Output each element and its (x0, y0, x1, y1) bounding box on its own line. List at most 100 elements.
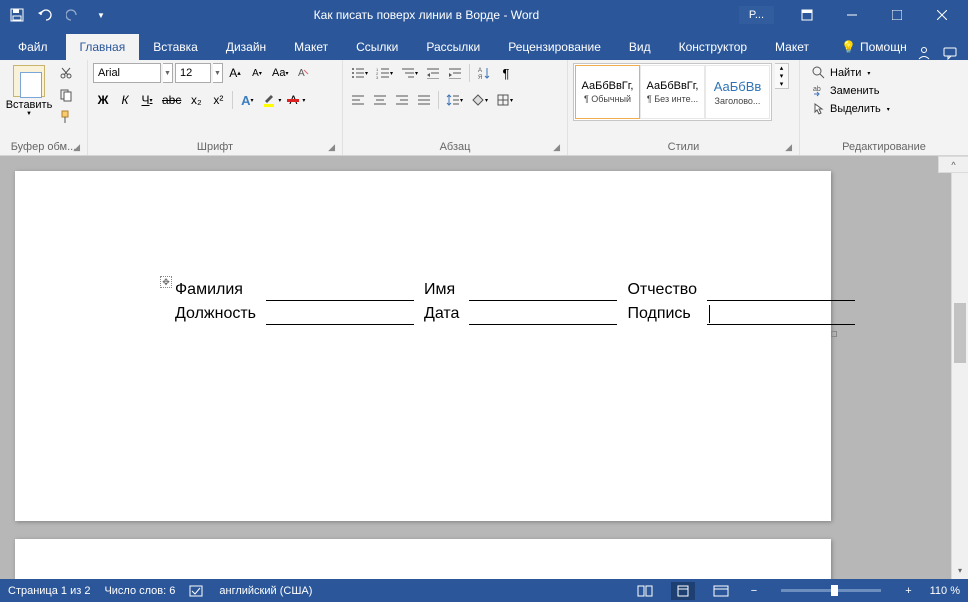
zoom-in-button[interactable]: + (901, 585, 915, 597)
shrink-font-button[interactable]: A▾ (247, 63, 267, 83)
superscript-button[interactable]: x² (208, 90, 228, 110)
print-layout-button[interactable] (671, 582, 695, 600)
style-normal[interactable]: АаБбВвГг, ¶ Обычный (575, 65, 640, 119)
scroll-down-button[interactable]: ▾ (952, 562, 968, 579)
launcher-icon[interactable]: ◢ (785, 142, 792, 153)
maximize-button[interactable] (874, 0, 919, 30)
font-name-dropdown[interactable]: ▼ (163, 63, 173, 83)
undo-button[interactable] (32, 2, 58, 28)
multilevel-button[interactable]: ▾ (398, 63, 421, 83)
save-button[interactable] (4, 2, 30, 28)
style-heading1[interactable]: АаБбВв Заголово... (705, 65, 770, 119)
page-2[interactable] (15, 539, 831, 579)
bold-button[interactable]: Ж (93, 90, 113, 110)
tab-insert[interactable]: Вставка (139, 34, 212, 60)
numbering-button[interactable]: 123▾ (373, 63, 396, 83)
scroll-track[interactable] (952, 173, 968, 562)
show-marks-button[interactable]: ¶ (496, 63, 516, 83)
table-resize-handle[interactable] (831, 331, 837, 337)
clear-formatting-button[interactable]: A (293, 63, 313, 83)
share-icon[interactable] (917, 46, 931, 60)
replace-button[interactable]: abЗаменить (809, 83, 893, 99)
launcher-icon[interactable]: ◢ (73, 142, 80, 153)
tab-home[interactable]: Главная (66, 34, 140, 60)
tab-constructor[interactable]: Конструктор (665, 34, 761, 60)
page-status[interactable]: Страница 1 из 2 (8, 585, 90, 597)
redo-button[interactable] (60, 2, 86, 28)
tab-layout2[interactable]: Макет (761, 34, 823, 60)
italic-button[interactable]: К (115, 90, 135, 110)
ribbon-collapse-button[interactable]: ^ (938, 156, 968, 173)
page-1[interactable]: ✥ Фамилия Имя Отчество Должность Дата По… (15, 171, 831, 521)
web-layout-button[interactable] (709, 582, 733, 600)
select-button[interactable]: Выделить▾ (809, 101, 893, 117)
vertical-scrollbar[interactable]: ▴ ▾ (951, 156, 968, 579)
highlight-button[interactable]: ▾ (259, 90, 284, 110)
align-center-button[interactable] (370, 90, 390, 110)
borders-button[interactable]: ▾ (493, 90, 516, 110)
bullets-button[interactable]: ▾ (348, 63, 371, 83)
font-color-button[interactable]: A▾ (286, 90, 308, 110)
copy-button[interactable] (56, 85, 76, 105)
document-scroll[interactable]: ✥ Фамилия Имя Отчество Должность Дата По… (0, 156, 951, 579)
styles-gallery[interactable]: АаБбВвГг, ¶ Обычный АаБбВвГг, ¶ Без инте… (573, 63, 772, 121)
tab-file[interactable]: Файл (0, 34, 66, 60)
scroll-thumb[interactable] (954, 303, 966, 363)
font-name-combo[interactable]: Arial (93, 63, 161, 83)
read-mode-button[interactable] (633, 582, 657, 600)
ribbon-display-button[interactable] (784, 0, 829, 30)
clipboard-group-label: Буфер обм...◢ (5, 139, 82, 155)
zoom-slider[interactable] (781, 589, 881, 592)
find-button[interactable]: Найти▾ (809, 65, 893, 81)
zoom-level[interactable]: 110 % (930, 585, 960, 597)
increase-indent-button[interactable] (445, 63, 465, 83)
word-count[interactable]: Число слов: 6 (104, 585, 175, 597)
format-painter-button[interactable] (56, 107, 76, 127)
minimize-button[interactable] (829, 0, 874, 30)
line-patronymic[interactable] (707, 281, 855, 301)
style-no-spacing[interactable]: АаБбВвГг, ¶ Без инте... (640, 65, 705, 119)
shading-button[interactable]: ▾ (468, 90, 491, 110)
subscript-button[interactable]: x₂ (186, 90, 206, 110)
justify-button[interactable] (414, 90, 434, 110)
change-case-button[interactable]: Aa▾ (269, 63, 291, 83)
language-status[interactable]: английский (США) (219, 585, 312, 597)
paste-button[interactable]: Вставить ▼ (5, 63, 53, 119)
underline-button[interactable]: Ч▾ (137, 90, 157, 110)
tab-references[interactable]: Ссылки (342, 34, 412, 60)
close-button[interactable] (919, 0, 964, 30)
styles-scroll[interactable]: ▴▾▾ (775, 63, 789, 89)
line-name[interactable] (469, 281, 617, 301)
group-paragraph: ▾ 123▾ ▾ AЯ ¶ ▾ ▾ ▾ Абзац◢ (343, 60, 568, 155)
bulb-icon: 💡 (841, 40, 856, 54)
tab-view[interactable]: Вид (615, 34, 665, 60)
align-right-button[interactable] (392, 90, 412, 110)
table-anchor-icon[interactable]: ✥ (160, 276, 172, 288)
font-size-dropdown[interactable]: ▼ (213, 63, 223, 83)
comments-icon[interactable] (943, 46, 957, 60)
qat-customize-button[interactable]: ▼ (88, 2, 114, 28)
tell-me-search[interactable]: 💡 Помощн (831, 34, 917, 60)
launcher-icon[interactable]: ◢ (553, 142, 560, 153)
grow-font-button[interactable]: A▴ (225, 63, 245, 83)
strike-button[interactable]: abc (159, 90, 184, 110)
align-left-button[interactable] (348, 90, 368, 110)
proofing-icon[interactable] (189, 584, 205, 598)
tab-design[interactable]: Дизайн (212, 34, 280, 60)
decrease-indent-button[interactable] (423, 63, 443, 83)
text-effects-button[interactable]: A▾ (237, 90, 257, 110)
tab-layout[interactable]: Макет (280, 34, 342, 60)
line-signature[interactable] (707, 305, 855, 325)
line-position[interactable] (266, 305, 414, 325)
cut-button[interactable] (56, 63, 76, 83)
line-spacing-button[interactable]: ▾ (443, 90, 466, 110)
zoom-out-button[interactable]: − (747, 585, 761, 597)
tab-mailings[interactable]: Рассылки (412, 34, 494, 60)
font-size-combo[interactable]: 12 (175, 63, 211, 83)
launcher-icon[interactable]: ◢ (328, 142, 335, 153)
line-surname[interactable] (266, 281, 414, 301)
tab-review[interactable]: Рецензирование (494, 34, 615, 60)
form-table[interactable]: Фамилия Имя Отчество Должность Дата Подп… (175, 281, 855, 325)
sort-button[interactable]: AЯ (474, 63, 494, 83)
line-date[interactable] (469, 305, 617, 325)
